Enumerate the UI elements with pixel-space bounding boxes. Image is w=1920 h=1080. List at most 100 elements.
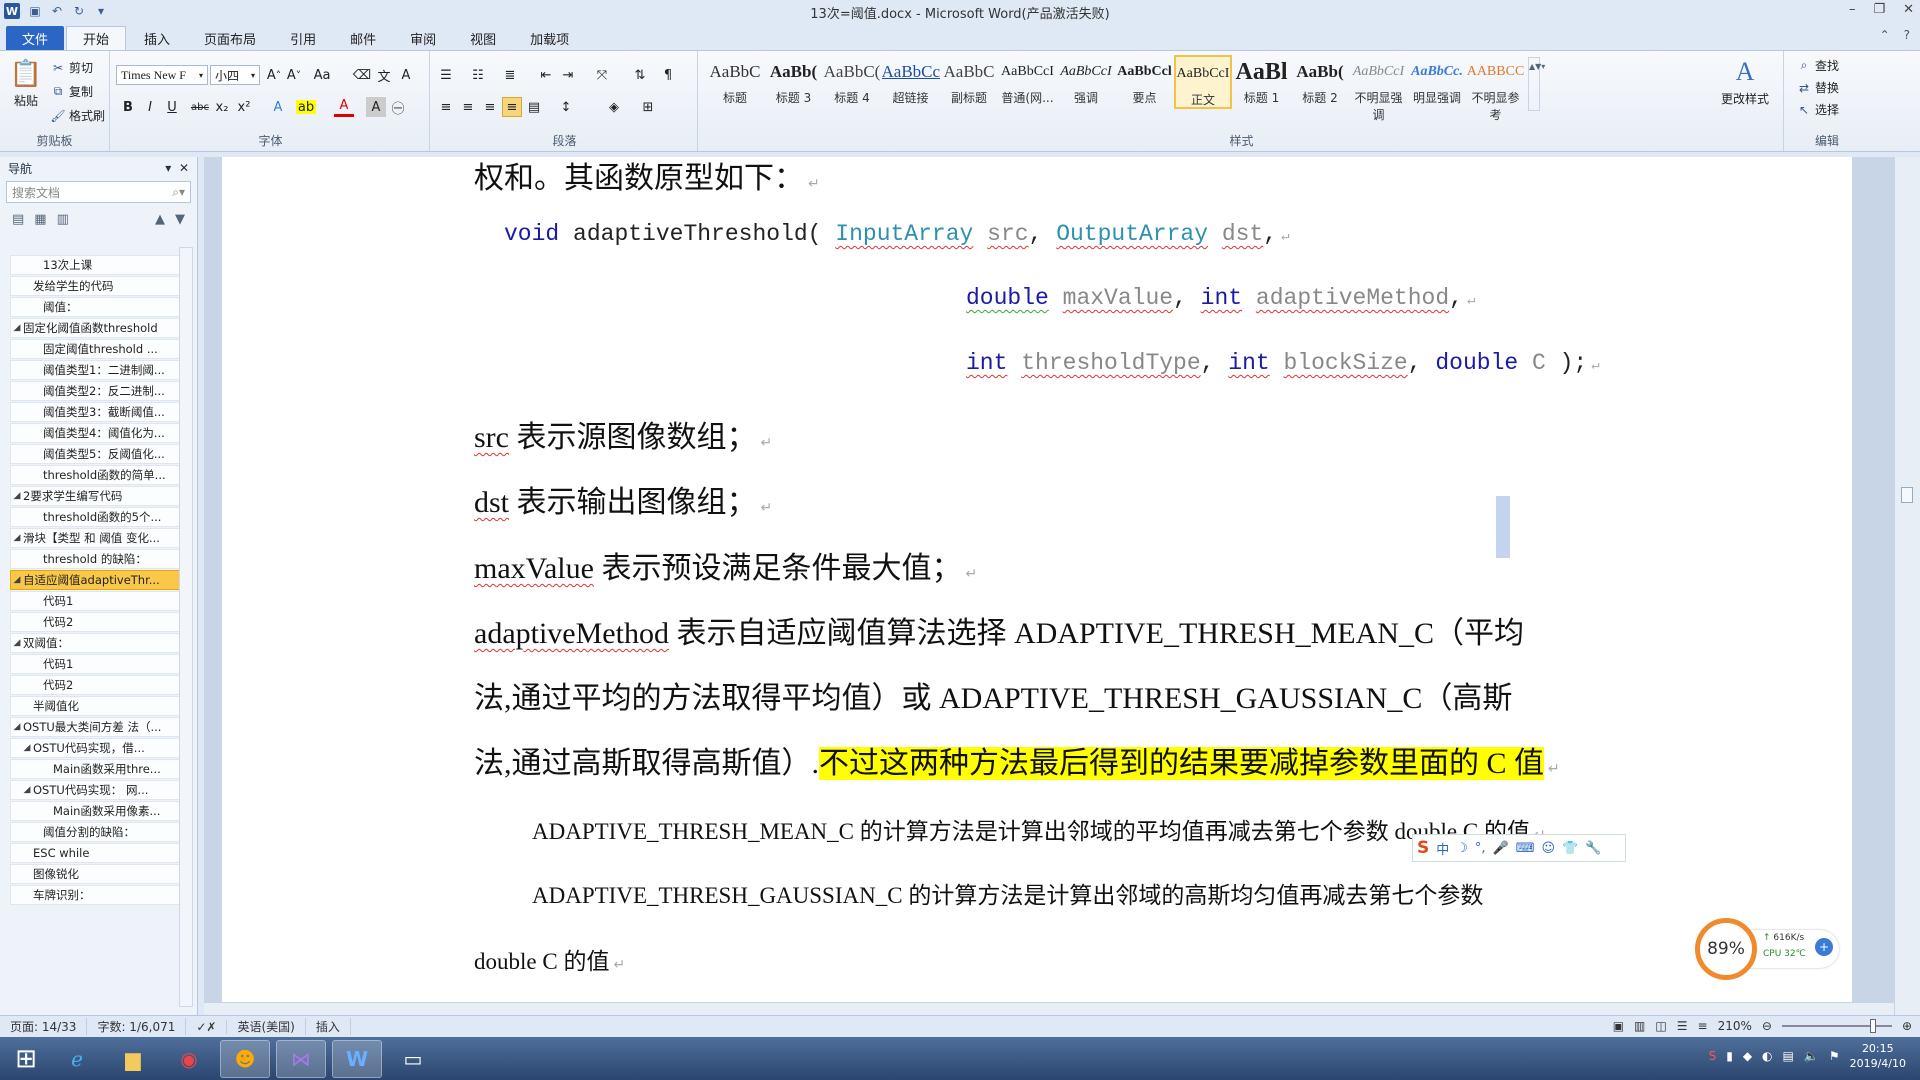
collapse-triangle-icon[interactable]: ◢	[21, 743, 33, 753]
tab-mailings[interactable]: 邮件	[334, 26, 392, 50]
tab-insert[interactable]: 插入	[128, 26, 186, 50]
nav-heading-item[interactable]: 图像锐化	[10, 864, 180, 884]
collapse-triangle-icon[interactable]: ◢	[11, 533, 23, 543]
font-color-icon[interactable]: A	[334, 97, 354, 117]
proofing-icon[interactable]: ✓✗	[186, 1019, 228, 1034]
style-12[interactable]: AaBbCcI 不明显强调	[1350, 55, 1408, 122]
bold-button[interactable]: B	[118, 97, 138, 117]
nav-heading-item[interactable]: 阈值：	[10, 297, 180, 317]
nav-results-view-icon[interactable]: ▥	[57, 212, 69, 227]
find-button[interactable]: ⌕ 查找	[1796, 57, 1839, 74]
nav-close-icon[interactable]: ✕	[179, 161, 189, 175]
style-6[interactable]: AaBbCcI 普通(网...	[999, 55, 1057, 109]
user-icon[interactable]: ☺	[1542, 841, 1556, 856]
font-name-combo[interactable]: Times New F ▾	[116, 65, 208, 85]
microphone-icon[interactable]: 🎤	[1493, 841, 1509, 856]
superscript-button[interactable]: x²	[234, 97, 254, 117]
start-button[interactable]: ⊞	[6, 1040, 46, 1078]
skin-icon[interactable]: 👕	[1562, 841, 1578, 856]
shading-icon[interactable]: ◈	[604, 97, 624, 117]
nav-heading-item[interactable]: 固定阈值threshold ...	[10, 339, 180, 359]
align-center-icon[interactable]: ≡	[458, 97, 478, 117]
nav-heading-item[interactable]: 阈值类型5：反阈值化...	[10, 444, 180, 464]
vertical-scrollbar[interactable]	[1894, 157, 1920, 1015]
nav-heading-item[interactable]: 车牌识别：	[10, 885, 180, 905]
nav-search-input[interactable]: 搜索文档 ⌕▾	[6, 181, 191, 203]
style-4[interactable]: AaBbCcI 超链接	[882, 55, 940, 109]
strikethrough-button[interactable]: abc	[190, 97, 210, 117]
format-painter-button[interactable]: 🖌 格式刷	[50, 107, 105, 124]
numbering-icon[interactable]: ☷	[468, 65, 488, 85]
volume-icon[interactable]: 🔈	[1804, 1049, 1819, 1063]
boost-icon[interactable]: +	[1815, 938, 1833, 956]
nav-heading-item[interactable]: ◢ 2要求学生编写代码	[10, 486, 180, 506]
nav-heading-item[interactable]: 阈值类型1：二进制阈...	[10, 360, 180, 380]
nav-prev-icon[interactable]: ▲	[155, 212, 165, 227]
zoom-level[interactable]: 210%	[1718, 1019, 1752, 1033]
underline-button[interactable]: U	[162, 97, 182, 117]
tab-review[interactable]: 审阅	[394, 26, 452, 50]
nav-heading-item[interactable]: ESC while	[10, 843, 180, 863]
align-left-icon[interactable]: ≡	[436, 97, 456, 117]
tab-view[interactable]: 视图	[454, 26, 512, 50]
close-button[interactable]: ✕	[1903, 2, 1914, 17]
battery-icon[interactable]: ▮	[1726, 1049, 1733, 1063]
word-app-icon[interactable]: W	[4, 3, 20, 19]
font-size-combo[interactable]: 小四 ▾	[210, 65, 260, 85]
tab-file[interactable]: 文件	[6, 26, 65, 50]
nav-heading-item[interactable]: ◢ 自适应阈值adaptiveThr...	[10, 570, 180, 590]
nav-heading-item[interactable]: ◢ 滑块【类型 和 阈值 变化...	[10, 528, 180, 548]
style-8[interactable]: AaBbCcl 要点	[1116, 55, 1174, 109]
tab-addins[interactable]: 加载项	[514, 26, 585, 50]
nav-heading-item[interactable]: ◢ 固定化阈值函数threshold	[10, 318, 180, 338]
nav-next-icon[interactable]: ▼	[175, 212, 185, 227]
nav-heading-item[interactable]: threshold函数的5个...	[10, 507, 180, 527]
maximize-button[interactable]: ❐	[1873, 2, 1885, 17]
undo-icon[interactable]: ↶	[50, 4, 64, 18]
shrink-font-icon[interactable]: A ˅	[284, 65, 304, 85]
taskbar-qq[interactable]: ☻	[220, 1039, 270, 1078]
ime-lang-label[interactable]: 中	[1436, 839, 1449, 858]
zoom-slider-thumb[interactable]	[1869, 1019, 1876, 1033]
show-marks-icon[interactable]: ¶	[658, 65, 678, 85]
print-layout-icon[interactable]: ▣	[1613, 1019, 1624, 1033]
borders-icon[interactable]: ⊞	[638, 97, 658, 117]
nav-heading-item[interactable]: threshold 的缺陷：	[10, 549, 180, 569]
nav-heading-item[interactable]: 代码2	[10, 675, 180, 695]
nav-heading-item[interactable]: ◢ OSTU代码实现： 网...	[10, 780, 180, 800]
distribute-icon[interactable]: ▤	[524, 97, 544, 117]
nav-menu-icon[interactable]: ▾	[165, 161, 171, 175]
tab-home[interactable]: 开始	[66, 26, 127, 50]
fullscreen-reading-icon[interactable]: ▥	[1634, 1019, 1645, 1033]
chinese-layout-icon[interactable]: ⤧	[592, 65, 612, 85]
style-1[interactable]: AaBbC 标题	[706, 55, 764, 109]
nav-heading-item[interactable]: 半阈值化	[10, 696, 180, 716]
nav-heading-item[interactable]: threshold函数的简单...	[10, 465, 180, 485]
save-icon[interactable]: ▣	[28, 4, 42, 18]
paste-button[interactable]: 📋 粘贴	[8, 59, 44, 109]
nav-heading-item[interactable]: 发给学生的代码	[10, 276, 180, 296]
nav-heading-item[interactable]: 阈值类型3：截断阈值...	[10, 402, 180, 422]
nav-heading-item[interactable]: ◢ 双阈值：	[10, 633, 180, 653]
cut-button[interactable]: ✂ 剪切	[50, 59, 93, 76]
ribbon-minimize-icon[interactable]: ⌃	[1880, 28, 1890, 42]
nav-heading-item[interactable]: 阈值分割的缺陷：	[10, 822, 180, 842]
taskbar-visual-studio[interactable]: ⋈	[276, 1039, 326, 1078]
taskbar-chrome[interactable]: ◉	[164, 1040, 214, 1078]
draft-view-icon[interactable]: ≡	[1698, 1019, 1708, 1033]
web-layout-icon[interactable]: ◫	[1655, 1019, 1666, 1033]
cpu-monitor-widget[interactable]: ↑ 616K/s CPU 32℃ + 89%	[1695, 918, 1843, 980]
nav-heading-item[interactable]: 代码1	[10, 654, 180, 674]
network-icon[interactable]: ▤	[1783, 1049, 1794, 1063]
sogou-tray-icon[interactable]: S	[1709, 1049, 1717, 1063]
clock[interactable]: 20:15 2019/4/10	[1850, 1041, 1906, 1071]
nav-heading-item[interactable]: ◢ OSTU最大类间方差 法（...	[10, 717, 180, 737]
grow-font-icon[interactable]: A ˄	[264, 65, 284, 85]
select-button[interactable]: ↖ 选择	[1796, 101, 1839, 118]
style-7[interactable]: AaBbCcI 强调	[1057, 55, 1115, 109]
bullets-icon[interactable]: ☰	[436, 65, 456, 85]
style-5[interactable]: AaBbC 副标题	[940, 55, 998, 109]
italic-button[interactable]: I	[140, 97, 160, 117]
increase-indent-icon[interactable]: ⇥	[558, 65, 578, 85]
word-count[interactable]: 字数: 1/6,071	[87, 1018, 187, 1035]
